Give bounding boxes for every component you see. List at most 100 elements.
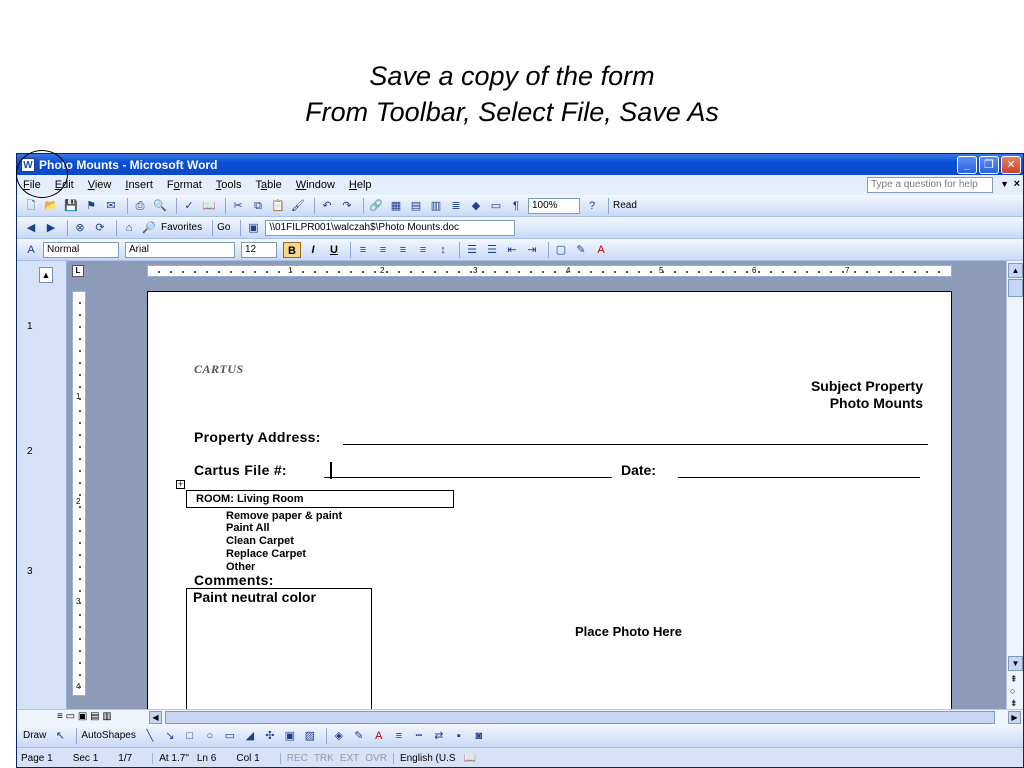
shadow-icon[interactable]: ▪ xyxy=(451,728,467,744)
style-select[interactable]: Normal xyxy=(43,241,119,258)
insert-spreadsheet-icon[interactable]: ▥ xyxy=(428,198,444,214)
forward-icon[interactable]: ▶ xyxy=(43,220,59,236)
select-objects-icon[interactable]: ↖ xyxy=(52,728,68,744)
line-spacing-icon[interactable]: ↕ xyxy=(435,242,451,258)
cut-icon[interactable]: ✂ xyxy=(230,198,246,214)
bullets-icon[interactable]: ☰ xyxy=(484,242,500,258)
horizontal-scroll-thumb[interactable] xyxy=(165,711,995,724)
open-folder-icon[interactable]: 📂 xyxy=(43,198,59,214)
rectangle-icon[interactable]: □ xyxy=(182,728,198,744)
arrow-style-icon[interactable]: ⇄ xyxy=(431,728,447,744)
draw-menu[interactable]: Draw xyxy=(23,730,46,741)
text-box-icon[interactable]: ▭ xyxy=(222,728,238,744)
document-close-button[interactable]: × xyxy=(1014,178,1020,190)
property-address-field[interactable] xyxy=(343,444,928,445)
help-icon[interactable]: ? xyxy=(584,198,600,214)
close-button[interactable]: ✕ xyxy=(1001,156,1021,174)
scroll-right-icon[interactable]: ▶ xyxy=(1008,711,1021,724)
center-icon[interactable]: ≡ xyxy=(375,242,391,258)
draw-font-color-icon[interactable]: A xyxy=(371,728,387,744)
styles-formatting-icon[interactable]: A xyxy=(23,242,39,258)
permission-icon[interactable]: ⚑ xyxy=(83,198,99,214)
back-icon[interactable]: ◀ xyxy=(23,220,39,236)
title-bar[interactable]: W Photo Mounts - Microsoft Word _ ❐ ✕ xyxy=(17,154,1023,175)
room-field[interactable]: ROOM: Living Room xyxy=(186,490,454,508)
select-browse-object-icon[interactable]: ○ xyxy=(1010,686,1015,696)
highlight-icon[interactable]: ✎ xyxy=(573,242,589,258)
underline-button[interactable]: U xyxy=(325,242,343,258)
line-icon[interactable]: ╲ xyxy=(142,728,158,744)
font-color-icon[interactable]: A xyxy=(593,242,609,258)
stop-icon[interactable]: ⊗ xyxy=(72,220,88,236)
3d-style-icon[interactable]: ◙ xyxy=(471,728,487,744)
next-page-icon[interactable]: ⇟ xyxy=(1010,698,1018,709)
copy-icon[interactable]: ⧉ xyxy=(250,198,266,214)
columns-icon[interactable]: ≣ xyxy=(448,198,464,214)
search-web-icon[interactable]: 🔎 xyxy=(141,220,157,236)
home-icon[interactable]: ⌂ xyxy=(121,220,137,236)
read-button[interactable]: Read xyxy=(613,200,637,211)
diagram-icon[interactable]: ✣ xyxy=(262,728,278,744)
italic-button[interactable]: I xyxy=(304,242,322,258)
decrease-indent-icon[interactable]: ⇤ xyxy=(504,242,520,258)
status-ext[interactable]: EXT xyxy=(340,753,359,764)
paste-icon[interactable]: 📋 xyxy=(270,198,286,214)
previous-page-icon[interactable]: ⇞ xyxy=(1010,674,1018,685)
address-field[interactable]: \\01FILPR001\walczah$\Photo Mounts.doc xyxy=(265,219,516,236)
bold-button[interactable]: B xyxy=(283,241,301,258)
scroll-down-icon[interactable]: ▼ xyxy=(1008,656,1023,671)
help-question-input[interactable]: Type a question for help xyxy=(867,177,993,193)
refresh-icon[interactable]: ⟳ xyxy=(92,220,108,236)
format-painter-icon[interactable]: 🖌 xyxy=(290,198,306,214)
redo-icon[interactable]: ↷ xyxy=(339,198,355,214)
status-language[interactable]: English (U.S xyxy=(392,753,456,764)
status-rec[interactable]: REC xyxy=(279,753,308,764)
horizontal-ruler[interactable]: 1 2 3 4 5 6 7 xyxy=(147,265,952,277)
autoshapes-menu[interactable]: AutoShapes xyxy=(81,730,136,741)
menu-tools[interactable]: Tools xyxy=(216,179,242,191)
minimize-button[interactable]: _ xyxy=(957,156,977,174)
date-field[interactable] xyxy=(678,477,920,478)
document-page[interactable]: CARTUS Subject Property Photo Mounts Pro… xyxy=(147,291,952,743)
show-web-toolbar-icon[interactable]: ▣ xyxy=(245,220,261,236)
drawing-icon[interactable]: ◆ xyxy=(468,198,484,214)
wordart-icon[interactable]: ◢ xyxy=(242,728,258,744)
email-icon[interactable]: ✉ xyxy=(103,198,119,214)
go-menu[interactable]: Go xyxy=(217,222,230,233)
numbering-icon[interactable]: ☰ xyxy=(464,242,480,258)
oval-icon[interactable]: ○ xyxy=(202,728,218,744)
scroll-thumb[interactable] xyxy=(1008,279,1023,297)
spelling-status-icon[interactable]: 📖 xyxy=(464,753,476,764)
picture-icon[interactable]: ▨ xyxy=(302,728,318,744)
vertical-scrollbar[interactable]: ▲ ▼ ⇞ ○ ⇟ xyxy=(1006,261,1023,709)
insert-table-icon[interactable]: ▤ xyxy=(408,198,424,214)
font-select[interactable]: Arial xyxy=(125,241,235,258)
print-preview-icon[interactable]: 🔍 xyxy=(152,198,168,214)
status-trk[interactable]: TRK xyxy=(314,753,334,764)
menu-table[interactable]: Table xyxy=(255,179,281,191)
align-left-icon[interactable]: ≡ xyxy=(355,242,371,258)
document-map-icon[interactable]: ▭ xyxy=(488,198,504,214)
save-icon[interactable]: 💾 xyxy=(63,198,79,214)
pane-scroll-up-icon[interactable]: ▲ xyxy=(39,267,53,283)
view-buttons[interactable]: ≡ ▭ ▣ ▤ ▥ xyxy=(57,711,112,722)
line-color-icon[interactable]: ✎ xyxy=(351,728,367,744)
tables-borders-icon[interactable]: ▦ xyxy=(388,198,404,214)
tab-selector[interactable]: L xyxy=(72,265,84,277)
increase-indent-icon[interactable]: ⇥ xyxy=(524,242,540,258)
horizontal-scrollbar[interactable]: ≡ ▭ ▣ ▤ ▥ ◀ ▶ xyxy=(17,709,1023,724)
favorites-menu[interactable]: Favorites xyxy=(161,222,202,233)
align-right-icon[interactable]: ≡ xyxy=(395,242,411,258)
dash-style-icon[interactable]: ┅ xyxy=(411,728,427,744)
arrow-icon[interactable]: ↘ xyxy=(162,728,178,744)
clip-art-icon[interactable]: ▣ xyxy=(282,728,298,744)
show-hide-icon[interactable]: ¶ xyxy=(508,198,524,214)
justify-icon[interactable]: ≡ xyxy=(415,242,431,258)
research-icon[interactable]: 📖 xyxy=(201,198,217,214)
spelling-icon[interactable]: ✓ xyxy=(181,198,197,214)
help-dropdown-icon[interactable]: ▼ xyxy=(1000,179,1009,189)
menu-insert[interactable]: Insert xyxy=(125,179,153,191)
borders-icon[interactable]: ▢ xyxy=(553,242,569,258)
scroll-left-icon[interactable]: ◀ xyxy=(149,711,162,724)
restore-button[interactable]: ❐ xyxy=(979,156,999,174)
